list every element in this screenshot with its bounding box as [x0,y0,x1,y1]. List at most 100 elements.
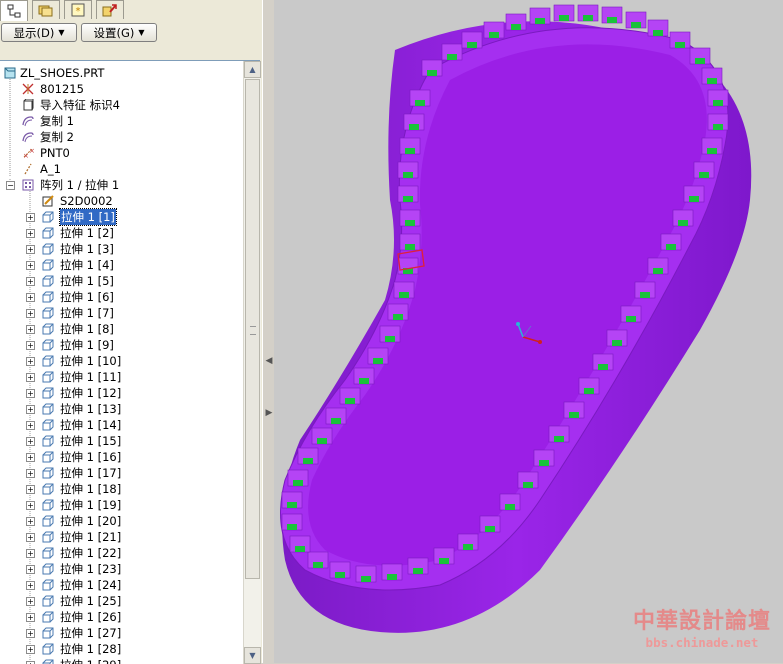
expand-icon[interactable]: + [26,629,35,638]
rib-accent [331,418,341,424]
expand-icon[interactable]: + [26,213,35,222]
expand-icon[interactable]: + [26,421,35,430]
expand-icon[interactable]: + [26,613,35,622]
tree-item-label: 拉伸 1 [16] [60,450,122,464]
tree-item-label: 拉伸 1 [12] [60,386,122,400]
extrude-icon [42,259,54,271]
show-menu-button[interactable]: 显示(D) ▼ [1,23,77,42]
rib-accent [569,412,579,418]
forum-watermark: 中華設計論壇 bbs.chinade.net [628,607,776,657]
tree-item-label: 拉伸 1 [28] [60,642,122,656]
chevron-down-icon: ▼ [138,28,145,37]
tree-item-label: 拉伸 1 [8] [60,322,114,336]
expand-icon[interactable]: + [26,517,35,526]
expand-icon[interactable]: + [26,373,35,382]
graphics-viewport[interactable] [274,0,783,663]
collapse-left-arrow-icon[interactable]: ◀ [264,356,274,370]
favorites-star-icon: * [71,3,85,17]
rib-accent [405,220,415,226]
expand-icon[interactable]: + [26,229,35,238]
rib-accent [399,292,409,298]
rib-accent [612,340,622,346]
tree-item-label: PNT0 [40,146,70,160]
watermark-url: bbs.chinade.net [645,635,759,650]
expand-icon[interactable]: + [26,485,35,494]
tree-item-label: 拉伸 1 [25] [60,594,122,608]
expand-icon[interactable]: + [26,245,35,254]
expand-icon[interactable]: + [26,293,35,302]
expand-icon[interactable]: + [26,453,35,462]
rib-accent [511,24,521,30]
rib-accent [295,546,305,552]
tree-list: ZL_SHOES.PRT 801215 导入特征 标识4 复制 1 复制 2 ×… [0,61,243,664]
scroll-up-button[interactable]: ▲ [244,61,261,78]
rib-accent [373,358,383,364]
extrude-icon [42,323,54,335]
rib-accent [393,314,403,320]
extrude-icon [42,451,54,463]
rib-accent [409,124,419,130]
tree-item-label: 拉伸 1 [24] [60,578,122,592]
rib-accent [293,480,303,486]
expand-icon[interactable]: + [26,357,35,366]
rib-accent [361,576,371,582]
tab-folder-browser[interactable] [32,0,60,19]
rib-accent [303,458,313,464]
extrude-icon [42,643,54,655]
rib-accent [607,17,617,23]
tree-toolbar: 显示(D) ▼ 设置(G) ▼ [0,22,262,44]
extrude-icon [42,659,54,664]
extrude-icon [42,371,54,383]
expand-icon[interactable]: + [26,389,35,398]
rib-accent [313,562,323,568]
extrude-icon [42,339,54,351]
thumb-grip [250,326,256,335]
tree-item-label: 拉伸 1 [9] [60,338,114,352]
extrude-icon [42,595,54,607]
scroll-down-button[interactable]: ▼ [244,647,261,664]
tree-item-label: 复制 2 [40,130,74,144]
expand-icon[interactable]: + [26,309,35,318]
rib-accent [463,544,473,550]
rib-accent [678,220,688,226]
extrude-icon [42,307,54,319]
tree-scrollbar[interactable]: ▲ ▼ [243,61,261,664]
expand-icon[interactable]: + [26,645,35,654]
tree-item-label: 拉伸 1 [13] [60,402,122,416]
expand-icon[interactable]: + [26,325,35,334]
expand-icon[interactable]: + [26,437,35,446]
expand-icon[interactable]: + [26,277,35,286]
rib-accent [403,196,413,202]
expand-icon[interactable]: + [26,405,35,414]
tab-favorites[interactable]: * [64,0,92,19]
tab-model-tree[interactable] [0,0,28,21]
tab-connections[interactable] [96,0,124,19]
extrude-icon [42,387,54,399]
expand-icon[interactable]: + [26,469,35,478]
expand-icon[interactable]: + [26,597,35,606]
rib-accent [713,124,723,130]
rib-accent [415,100,425,106]
expand-icon[interactable]: + [26,261,35,270]
settings-menu-button[interactable]: 设置(G) ▼ [81,23,157,42]
scrollbar-thumb[interactable] [245,79,260,579]
rib-accent [675,42,685,48]
coordinate-system-icon [22,83,34,95]
expand-icon[interactable]: + [26,581,35,590]
rib-accent [653,30,663,36]
extrude-icon [42,499,54,511]
rib-accent [387,574,397,580]
extrude-icon [42,227,54,239]
copy-surface-icon [22,132,34,143]
rib-accent [485,526,495,532]
rib-accent [403,172,413,178]
expand-icon[interactable]: + [26,533,35,542]
collapse-icon[interactable]: − [6,181,15,190]
expand-icon[interactable]: + [26,341,35,350]
expand-right-arrow-icon[interactable]: ▶ [264,408,274,422]
expand-icon[interactable]: + [26,565,35,574]
expand-icon[interactable]: + [26,501,35,510]
extrude-icon [42,627,54,639]
expand-icon[interactable]: + [26,549,35,558]
rib-accent [631,22,641,28]
